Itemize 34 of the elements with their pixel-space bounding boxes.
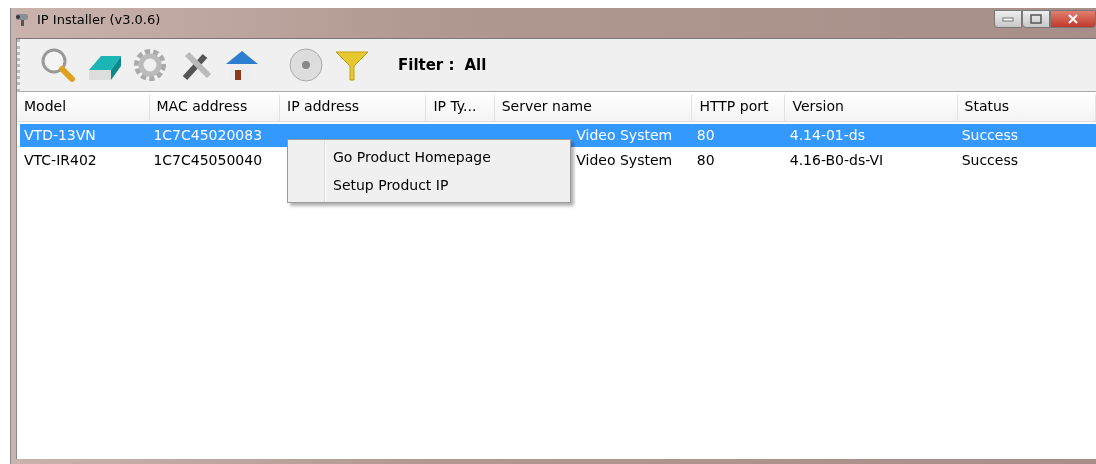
column-header[interactable]: Model — [17, 95, 150, 121]
table-cell: Success — [961, 152, 1018, 168]
minimize-button[interactable] — [994, 10, 1022, 28]
search-icon — [39, 46, 77, 84]
table-cell: 80 — [696, 152, 715, 168]
column-header[interactable]: Server name — [494, 95, 693, 121]
menu-item[interactable]: Setup Product IP — [288, 171, 570, 199]
column-header[interactable]: Status — [957, 95, 1096, 121]
table-cell: Success — [961, 127, 1018, 143]
table-cell: 1C7C45050040 — [153, 152, 263, 168]
filter-label: Filter : — [398, 56, 455, 74]
table-cell: VTD-13VN — [24, 127, 96, 143]
column-header[interactable]: MAC address — [149, 95, 281, 121]
maximize-button[interactable] — [1022, 10, 1050, 28]
close-icon — [1067, 14, 1079, 24]
column-header[interactable]: IP address — [280, 95, 427, 121]
table-cell: VTC-IR402 — [24, 152, 97, 168]
table-cell: 1C7C45020083 — [153, 127, 263, 143]
minimize-icon — [1002, 16, 1014, 22]
close-button[interactable] — [1050, 10, 1096, 28]
column-header[interactable]: Version — [785, 95, 958, 121]
column-header[interactable]: IP Ty... — [426, 95, 495, 121]
window-title: IP Installer (v3.0.6) — [37, 12, 161, 27]
filter-value: All — [464, 56, 487, 74]
table-cell: Video System — [576, 152, 673, 168]
table-cell: 80 — [696, 127, 715, 143]
disc-icon — [287, 46, 325, 84]
gear-icon — [131, 46, 169, 84]
maximize-icon — [1030, 14, 1042, 24]
table-cell: 4.14-01-ds — [789, 127, 865, 143]
table-cell: Video System — [576, 127, 673, 143]
column-header[interactable]: HTTP port — [692, 95, 786, 121]
table-cell: 4.16-B0-ds-VI — [789, 152, 884, 168]
camera-icon — [13, 12, 31, 28]
